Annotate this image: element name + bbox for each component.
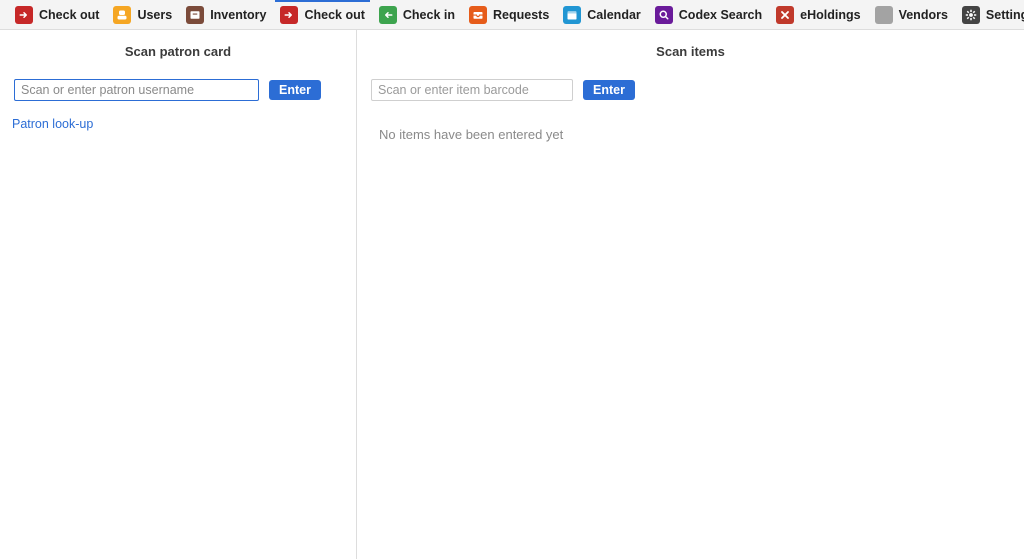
nav-label: eHoldings <box>800 8 860 22</box>
nav-tab-calendar[interactable]: Calendar <box>556 0 648 29</box>
topbar: Check out Users Inventory Check out Check i… <box>0 0 1024 30</box>
gear-icon <box>962 6 980 24</box>
calendar-icon <box>563 6 581 24</box>
search-icon <box>655 6 673 24</box>
nav-tab-inventory[interactable]: Inventory <box>179 0 273 29</box>
arrow-left-icon <box>379 6 397 24</box>
nav-label: Calendar <box>587 8 641 22</box>
current-app-label: Check out <box>39 8 99 22</box>
arrow-right-icon <box>280 6 298 24</box>
nav-label: Requests <box>493 8 549 22</box>
nav-tab-check-in[interactable]: Check in <box>372 0 462 29</box>
item-barcode-input[interactable] <box>371 79 573 101</box>
nav-label: Check in <box>403 8 455 22</box>
nav-label: Settings <box>986 8 1024 22</box>
nav-tab-requests[interactable]: Requests <box>462 0 556 29</box>
patron-username-input[interactable] <box>14 79 259 101</box>
nav-tab-check-out[interactable]: Check out <box>273 0 371 29</box>
items-pane: Scan items Enter No items have been ente… <box>357 30 1024 559</box>
main: Scan patron card Enter Patron look-up Sc… <box>0 30 1024 559</box>
current-app-tab[interactable]: Check out <box>8 0 106 29</box>
nav-tab-users[interactable]: Users <box>106 0 179 29</box>
items-empty-message: No items have been entered yet <box>379 127 1012 142</box>
nav-tab-vendors[interactable]: Vendors <box>868 0 955 29</box>
drawer-icon <box>186 6 204 24</box>
nav-label: Vendors <box>899 8 948 22</box>
check-out-icon <box>15 6 33 24</box>
topbar-nav: Users Inventory Check out Check in Requests C… <box>106 0 1024 29</box>
nav-tab-codex-search[interactable]: Codex Search <box>648 0 769 29</box>
user-icon <box>113 6 131 24</box>
blank-icon <box>875 6 893 24</box>
cross-icon <box>776 6 794 24</box>
inbox-icon <box>469 6 487 24</box>
patron-pane-title: Scan patron card <box>12 44 344 59</box>
nav-tab-eholdings[interactable]: eHoldings <box>769 0 867 29</box>
items-pane-title: Scan items <box>369 44 1012 59</box>
nav-tab-settings[interactable]: Settings <box>955 0 1024 29</box>
patron-lookup-link[interactable]: Patron look-up <box>12 117 93 131</box>
nav-label: Inventory <box>210 8 266 22</box>
patron-input-row: Enter <box>14 79 344 101</box>
item-enter-button[interactable]: Enter <box>583 80 635 100</box>
item-input-row: Enter <box>371 79 1012 101</box>
nav-label: Codex Search <box>679 8 762 22</box>
nav-label: Users <box>137 8 172 22</box>
patron-enter-button[interactable]: Enter <box>269 80 321 100</box>
patron-pane: Scan patron card Enter Patron look-up <box>0 30 357 559</box>
nav-label: Check out <box>304 8 364 22</box>
